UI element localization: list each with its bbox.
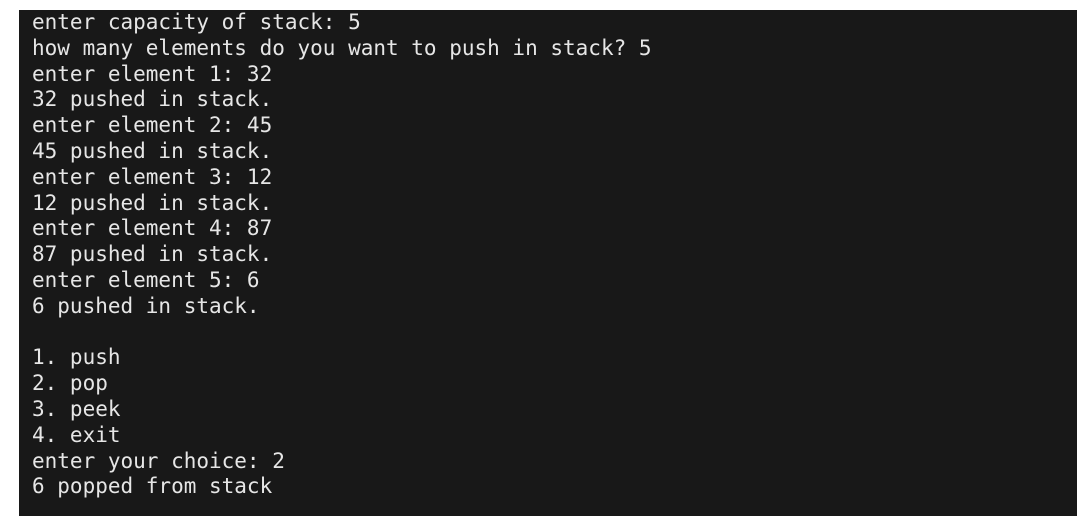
menu-option-peek: 3. peek [32, 396, 121, 421]
choice-prompt-line: enter your choice: 2 [32, 448, 285, 473]
terminal-line: enter element 5: 6 [32, 267, 260, 292]
terminal-line: enter capacity of stack: 5 [32, 10, 361, 34]
menu-option-exit: 4. exit [32, 422, 121, 447]
terminal-line: enter element 2: 45 [32, 113, 273, 138]
terminal-line: 6 pushed in stack. [32, 293, 260, 318]
result-line: 6 popped from stack [32, 474, 273, 499]
terminal-line: enter element 3: 12 [32, 164, 273, 189]
terminal-line: enter element 1: 32 [32, 61, 273, 86]
menu-option-pop: 2. pop [32, 371, 108, 396]
terminal-line: enter element 4: 87 [32, 216, 273, 241]
terminal-line: 32 pushed in stack. [32, 87, 273, 112]
terminal-line: 12 pushed in stack. [32, 190, 273, 215]
terminal-line: 45 pushed in stack. [32, 138, 273, 163]
terminal-window[interactable]: enter capacity of stack: 5 how many elem… [19, 10, 1077, 516]
terminal-output: enter capacity of stack: 5 how many elem… [32, 10, 1077, 500]
terminal-line: how many elements do you want to push in… [32, 35, 652, 60]
menu-option-push: 1. push [32, 345, 121, 370]
terminal-line: 87 pushed in stack. [32, 242, 273, 267]
